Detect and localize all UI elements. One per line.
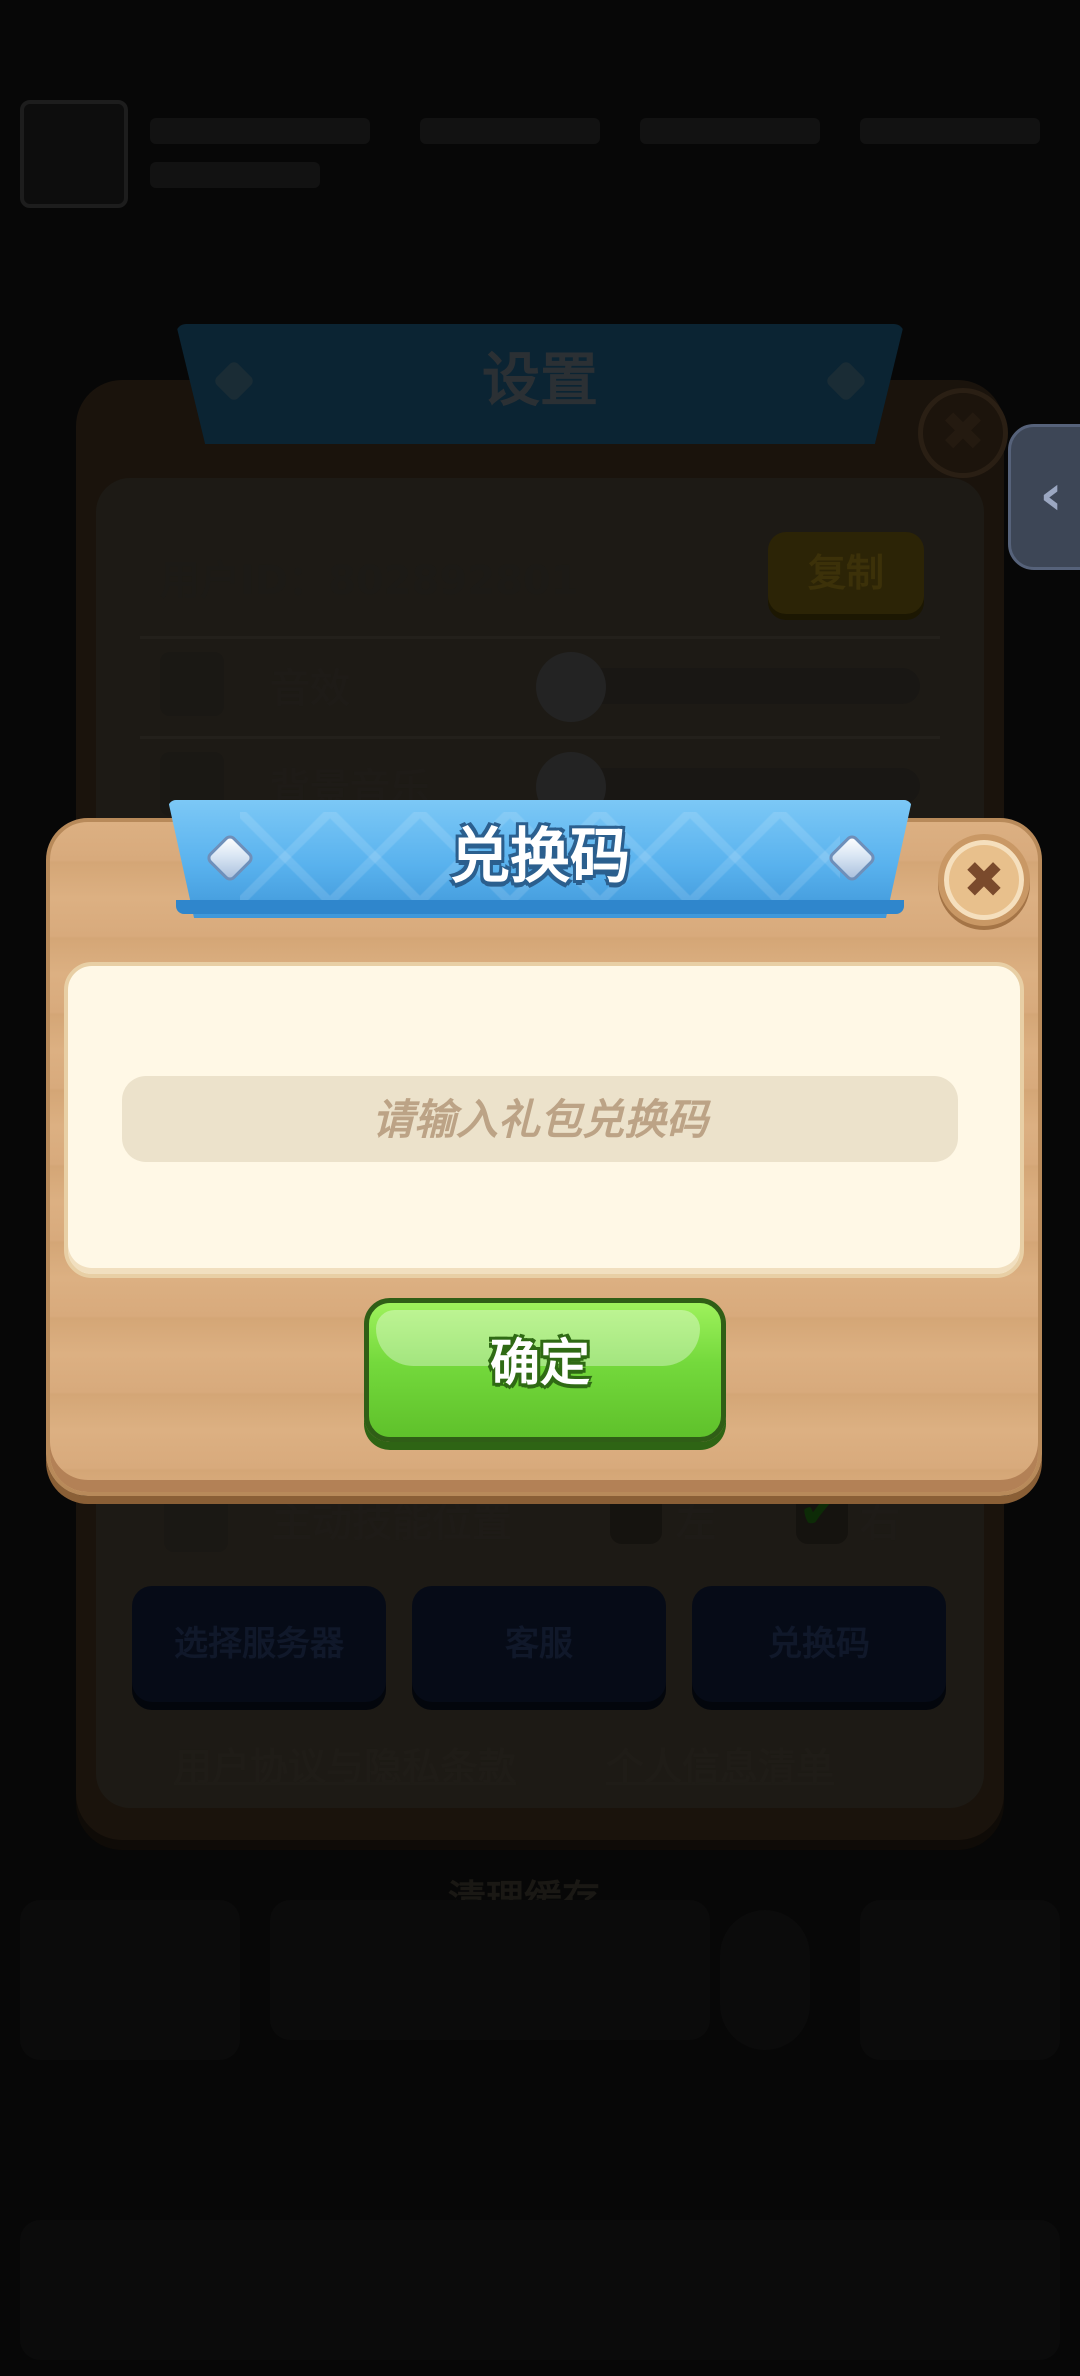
copy-button[interactable]: 复制 bbox=[768, 532, 924, 614]
divider bbox=[140, 736, 940, 739]
scene-block bbox=[20, 1900, 240, 2060]
redeem-dialog-title: 兑换码 bbox=[450, 822, 630, 892]
skill-position-label: 主动技能位置 bbox=[272, 1500, 512, 1546]
user-id-label: 用户ID：802892801 bbox=[160, 558, 579, 604]
select-server-button[interactable]: 选择服务器 bbox=[132, 1586, 386, 1702]
top-hud bbox=[20, 100, 1060, 210]
confirm-button-label[interactable]: 确定 bbox=[364, 1318, 716, 1408]
bottom-nav-bar bbox=[20, 2220, 1060, 2360]
personal-info-list-link[interactable]: 个人信息清单 bbox=[606, 1736, 834, 1791]
banner-edge bbox=[176, 900, 904, 914]
side-panel-toggle[interactable]: ‹ bbox=[1008, 424, 1080, 570]
customer-service-button[interactable]: 客服 bbox=[412, 1586, 666, 1702]
hud-bar bbox=[150, 118, 370, 144]
hud-bar bbox=[420, 118, 600, 144]
settings-close-button[interactable]: ✖ bbox=[918, 388, 1008, 478]
sound-effects-slider-knob[interactable] bbox=[536, 652, 606, 722]
skill-icon bbox=[164, 1488, 228, 1552]
user-agreement-link[interactable]: 用户协议与隐私条款 bbox=[174, 1736, 516, 1791]
chevron-left-icon: ‹ bbox=[1039, 463, 1063, 528]
scene-block bbox=[720, 1910, 810, 2050]
scene-block bbox=[860, 1900, 1060, 2060]
avatar bbox=[20, 100, 128, 208]
settings-title: 设置 bbox=[481, 346, 598, 414]
hud-bar bbox=[150, 162, 320, 188]
scene-block bbox=[270, 1900, 710, 2040]
speaker-icon bbox=[160, 652, 224, 716]
right-option-label: 右 bbox=[860, 1500, 900, 1546]
divider bbox=[140, 636, 940, 639]
sound-effects-label: 音效 bbox=[270, 666, 350, 712]
left-option-label: 左 bbox=[676, 1500, 716, 1546]
redeem-code-input[interactable] bbox=[122, 1076, 958, 1162]
hud-bar bbox=[640, 118, 820, 144]
close-icon: ✖ bbox=[963, 851, 1005, 909]
close-button[interactable]: ✖ bbox=[938, 834, 1030, 926]
hud-bar bbox=[860, 118, 1040, 144]
redeem-code-button[interactable]: 兑换码 bbox=[692, 1586, 946, 1702]
left-checkbox[interactable] bbox=[610, 1492, 662, 1544]
